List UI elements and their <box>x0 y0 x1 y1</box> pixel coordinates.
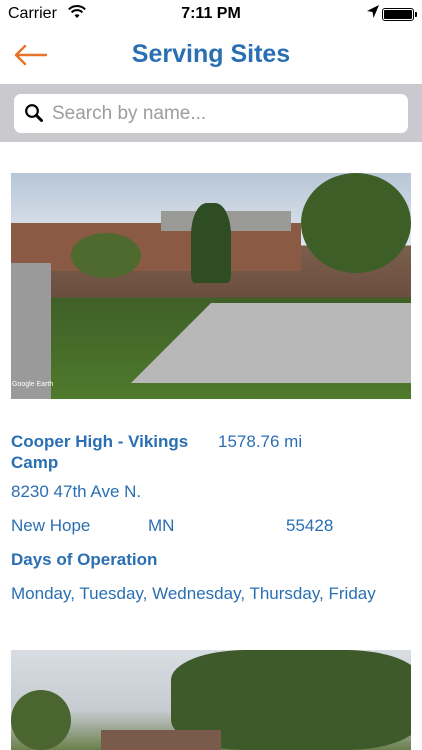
site-address: 8230 47th Ave N. <box>11 482 142 501</box>
page-title: Serving Sites <box>131 40 291 68</box>
site-photo <box>11 650 411 750</box>
site-info: Cooper High - Vikings Camp 1578.76 mi 82… <box>11 399 411 611</box>
search-bar <box>0 84 422 142</box>
search-icon <box>24 103 44 128</box>
location-arrow-icon <box>366 4 380 25</box>
days-of-operation: Monday, Tuesday, Wednesday, Thursday, Fr… <box>11 584 376 603</box>
site-distance: 1578.76 mi <box>218 432 303 451</box>
site-state: MN <box>148 516 175 535</box>
site-city-state-zip: New Hope MN 55428 <box>11 509 411 543</box>
clock: 7:11 PM <box>181 5 241 22</box>
photo-credit: Google Earth <box>12 381 54 388</box>
site-name[interactable]: Cooper High - Vikings Camp <box>11 431 211 473</box>
site-zip: 55428 <box>286 516 334 535</box>
navigation-bar: Serving Sites <box>0 28 422 84</box>
days-of-operation-label: Days of Operation <box>11 550 158 569</box>
search-box[interactable] <box>14 94 408 133</box>
battery-icon <box>382 8 417 21</box>
status-bar: Carrier 7:11 PM <box>0 0 422 28</box>
site-photo: Google Earth <box>11 173 411 399</box>
site-city: New Hope <box>11 516 91 535</box>
site-card[interactable]: Google Earth Cooper High - Vikings Camp … <box>11 173 411 611</box>
site-card[interactable] <box>11 650 411 750</box>
search-input[interactable] <box>52 94 402 133</box>
